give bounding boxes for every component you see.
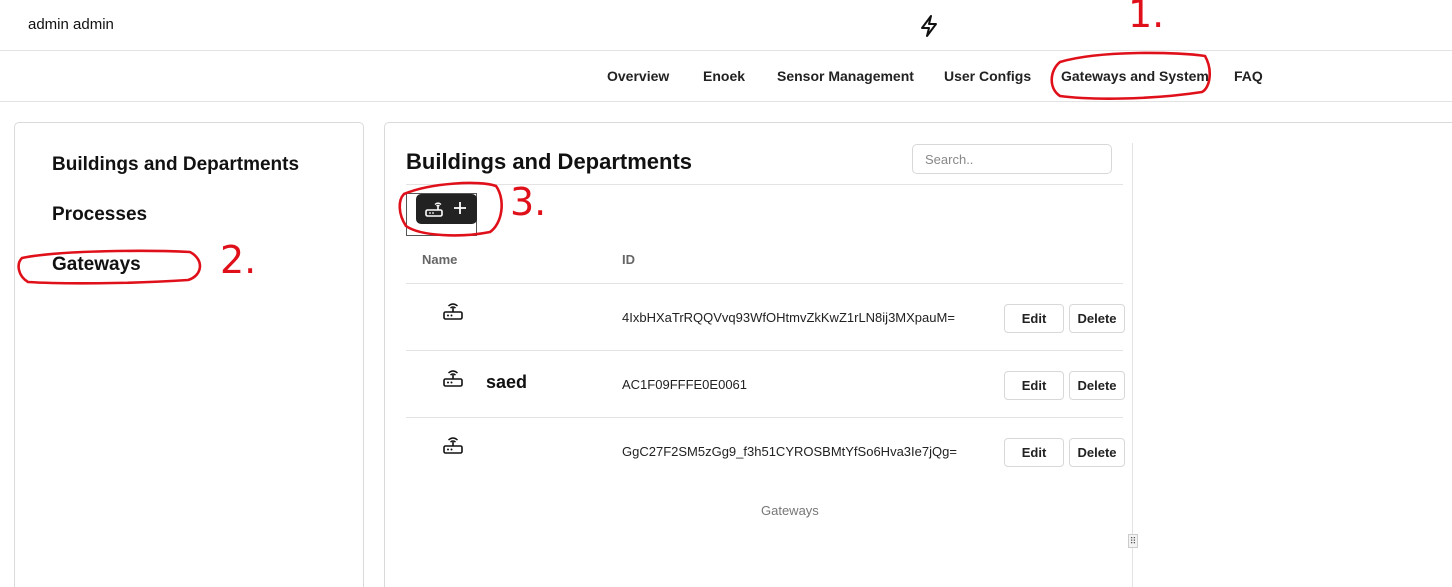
row-id: AC1F09FFFE0E0061 — [622, 377, 748, 392]
header-divider — [406, 184, 1123, 185]
search-input[interactable] — [912, 144, 1112, 174]
row-divider — [406, 417, 1123, 418]
sidebar-item-buildings-and-departments[interactable]: Buildings and Departments — [52, 154, 299, 176]
row-id: 4IxbHXaTrRQQVvq93WfOHtmvZkKwZ1rLN8ij3MXp… — [622, 310, 955, 325]
row-id: GgC27F2SM5zGg9_f3h51CYROSBMtYfSo6Hva3Ie7… — [622, 444, 957, 459]
sidebar-item-gateways[interactable]: Gateways — [52, 254, 141, 276]
router-icon — [443, 303, 463, 320]
nav-enoek[interactable]: Enoek — [703, 68, 745, 84]
main-panel: Buildings and Departments Name ID 4IxbHX… — [384, 122, 1452, 587]
sidebar-item-processes[interactable]: Processes — [52, 204, 147, 226]
add-gateway-button[interactable] — [416, 194, 477, 224]
edit-button[interactable]: Edit — [1004, 371, 1064, 400]
router-icon — [425, 202, 443, 217]
table-divider — [406, 283, 1123, 284]
delete-button[interactable]: Delete — [1069, 304, 1125, 333]
user-name[interactable]: admin admin — [28, 16, 114, 33]
panel-divider — [1132, 143, 1133, 587]
column-header-name: Name — [422, 252, 458, 267]
plus-icon — [454, 202, 466, 214]
nav-user-configs[interactable]: User Configs — [944, 68, 1031, 84]
row-name: saed — [486, 372, 528, 392]
delete-button[interactable]: Delete — [1069, 371, 1125, 400]
sidebar: Buildings and Departments Processes Gate… — [14, 122, 364, 587]
nav-gateways-and-system[interactable]: Gateways and System — [1061, 68, 1209, 84]
nav-sensor-management[interactable]: Sensor Management — [777, 68, 914, 84]
router-icon — [443, 370, 463, 387]
router-icon — [443, 437, 463, 454]
table-caption: Gateways — [761, 503, 819, 518]
nav-faq[interactable]: FAQ — [1234, 68, 1263, 84]
edit-button[interactable]: Edit — [1004, 438, 1064, 467]
edit-button[interactable]: Edit — [1004, 304, 1064, 333]
delete-button[interactable]: Delete — [1069, 438, 1125, 467]
column-header-id: ID — [622, 252, 635, 267]
lightning-bolt-icon[interactable] — [918, 14, 940, 38]
page-title: Buildings and Departments — [406, 149, 693, 174]
row-divider — [406, 350, 1123, 351]
nav-overview[interactable]: Overview — [607, 68, 669, 84]
top-bar: admin admin — [0, 0, 1452, 51]
resize-handle[interactable]: ⠿ — [1128, 534, 1138, 548]
main-nav: Overview Enoek Sensor Management User Co… — [0, 51, 1452, 102]
